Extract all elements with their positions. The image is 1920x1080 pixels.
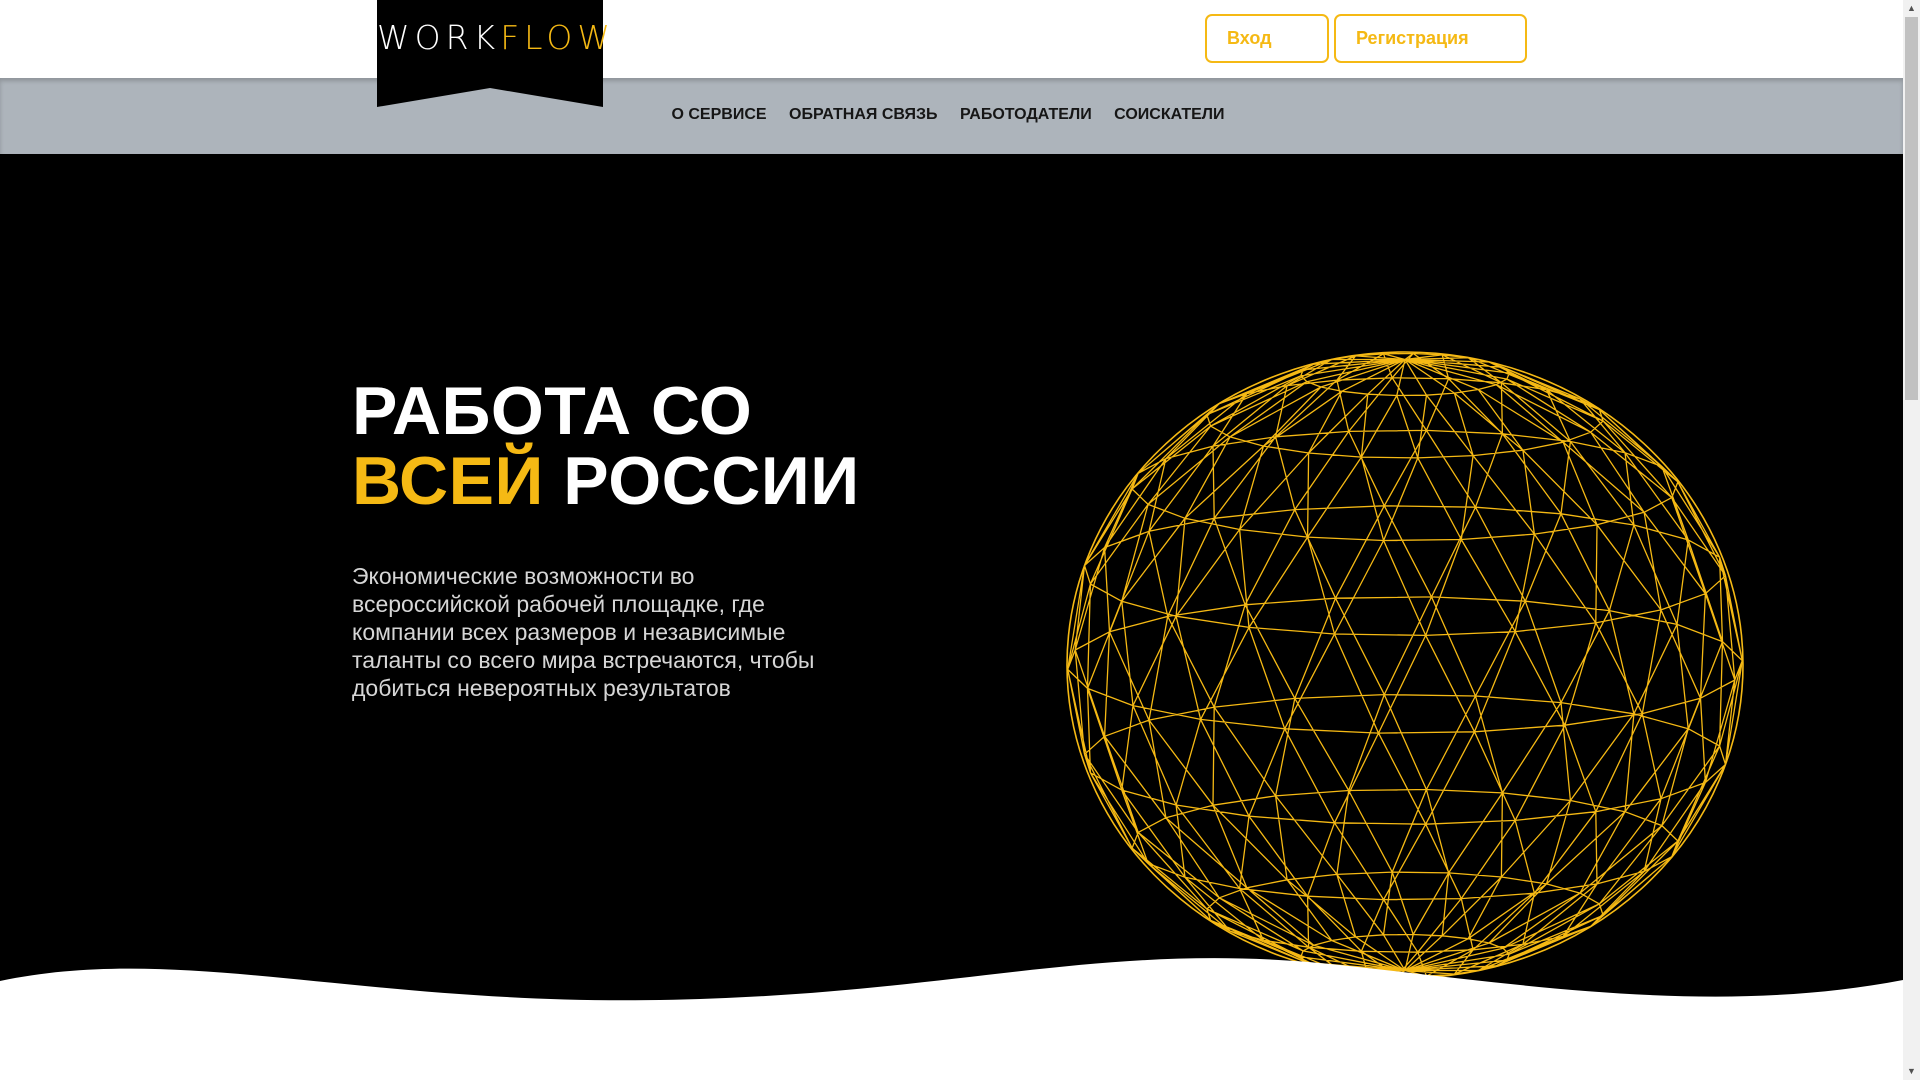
globe-outline bbox=[1066, 351, 1744, 979]
hero-title: РАБОТА СО ВСЕЙ РОССИИ bbox=[352, 376, 860, 516]
hero-title-line2: РОССИИ bbox=[543, 443, 860, 519]
logo-text: WORKFLOW bbox=[377, 18, 610, 58]
nav-item-feedback[interactable]: Обратная связь bbox=[789, 106, 938, 124]
wireframe-globe-icon bbox=[1066, 351, 1744, 979]
scroll-down-arrow-icon[interactable]: ▼ bbox=[1903, 1063, 1920, 1080]
nav-item-employers[interactable]: Работодатели bbox=[960, 106, 1092, 124]
main-navigation: О сервисе Обратная связь Работодатели Со… bbox=[0, 78, 1903, 154]
nav-item-about[interactable]: О сервисе bbox=[671, 106, 766, 124]
nav-item-job-seekers[interactable]: Соискатели bbox=[1114, 106, 1224, 124]
register-button[interactable]: Регистрация bbox=[1334, 14, 1527, 63]
globe-mesh bbox=[1067, 352, 1743, 978]
logo[interactable]: WORKFLOW bbox=[377, 0, 610, 107]
hero-description: Экономические возможности во всероссийск… bbox=[352, 563, 815, 701]
top-header-bar: Вход Регистрация bbox=[0, 0, 1903, 78]
page: Вход Регистрация WORKFLOW О сервисе Обра… bbox=[0, 0, 1903, 1080]
hero-title-line1: РАБОТА СО bbox=[352, 373, 753, 449]
wave-divider bbox=[0, 958, 1903, 1080]
vertical-scrollbar[interactable]: ▲ ▼ bbox=[1903, 0, 1920, 1080]
scrollbar-thumb[interactable] bbox=[1905, 17, 1918, 400]
nav-menu: О сервисе Обратная связь Работодатели Со… bbox=[0, 78, 1903, 154]
logo-word-flow: FLOW bbox=[500, 18, 615, 57]
hero-title-accent: ВСЕЙ bbox=[352, 443, 544, 519]
login-button[interactable]: Вход bbox=[1205, 14, 1329, 63]
scroll-up-arrow-icon[interactable]: ▲ bbox=[1903, 0, 1920, 17]
logo-word-work: WORK bbox=[377, 18, 501, 57]
